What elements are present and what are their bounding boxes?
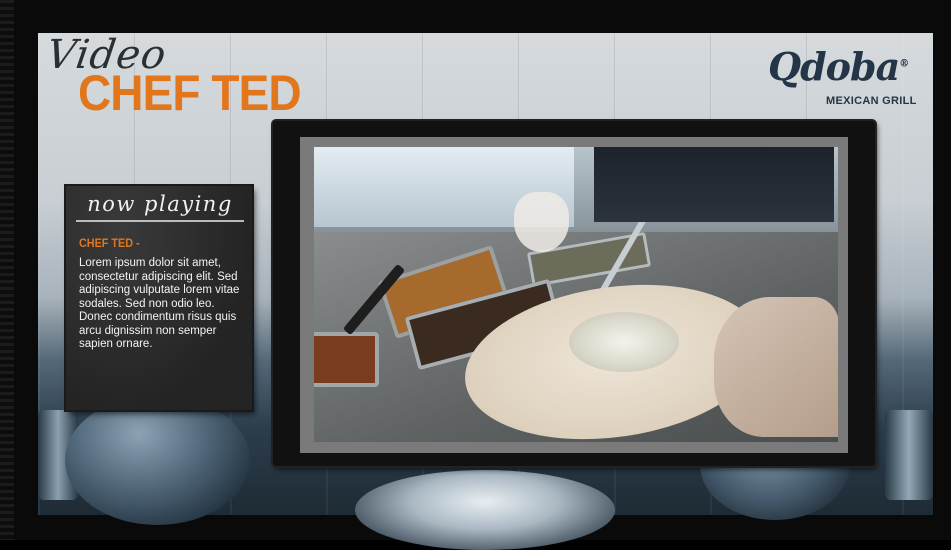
heading-underline	[76, 220, 244, 222]
garlic-decoration	[355, 470, 615, 550]
video-player[interactable]	[314, 147, 838, 442]
video-scene-pan	[314, 332, 379, 387]
video-scene-hand	[714, 297, 838, 437]
now-playing-subtitle: CHEF TED -	[79, 236, 140, 250]
logo-tagline: MEXICAN GRILL	[826, 95, 917, 107]
video-scene-glove	[514, 192, 569, 252]
brand-logo[interactable]: Qdoba® MEXICAN GRILL	[768, 44, 918, 110]
now-playing-description: Lorem ipsum dolor sit amet, consectetur …	[79, 257, 240, 350]
onion-decoration	[65, 395, 250, 525]
page-title: CHEF TED	[78, 65, 302, 121]
logo-registered-mark: ®	[899, 58, 909, 70]
logo-wordmark: Qdoba®	[768, 44, 909, 89]
now-playing-heading: now playing	[87, 192, 233, 216]
video-scene-rice	[569, 312, 679, 372]
now-playing-panel: now playing CHEF TED - Lorem ipsum dolor…	[66, 186, 252, 410]
pot-decoration	[885, 410, 933, 500]
video-scene-arm	[594, 147, 834, 222]
